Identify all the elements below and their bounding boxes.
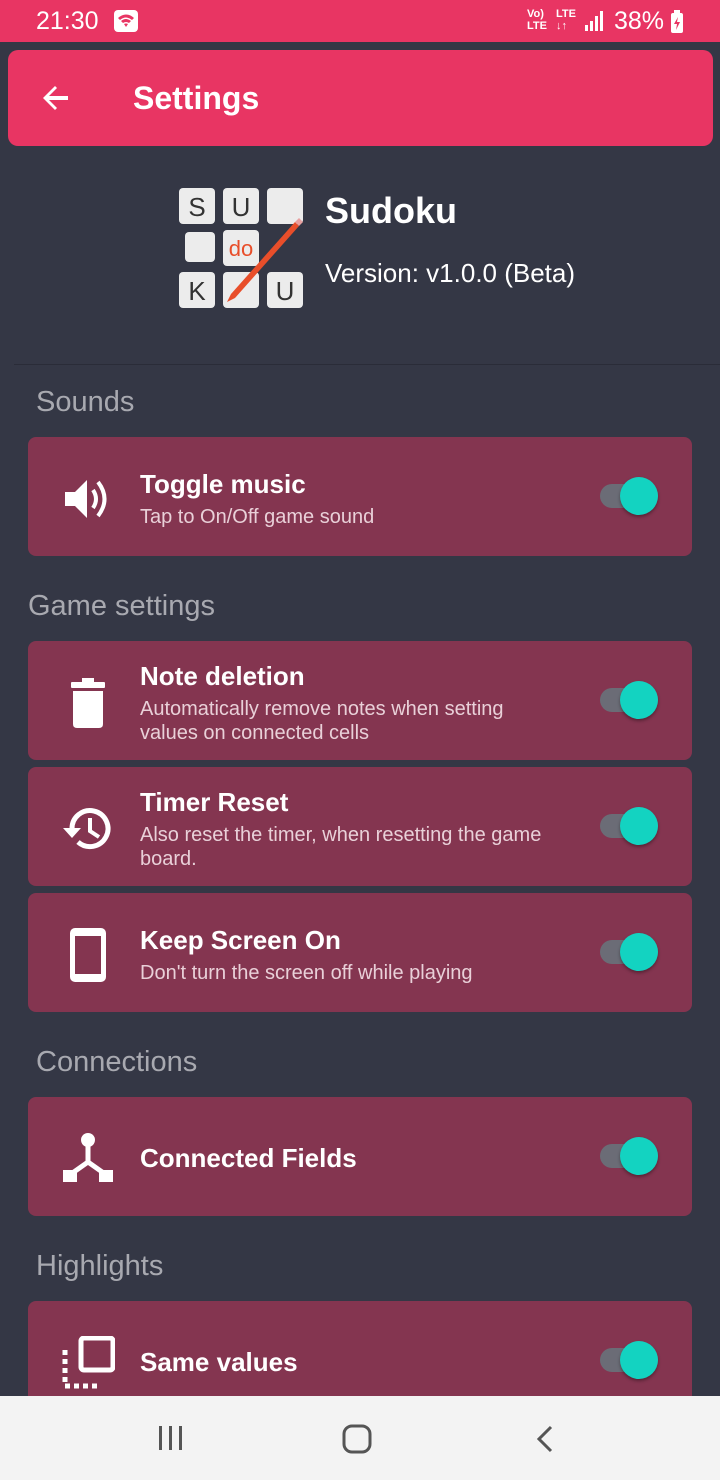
section-title-highlights: Highlights <box>36 1250 164 1282</box>
volte-indicator: Vo) LTE <box>527 8 547 32</box>
app-name: Sudoku <box>325 190 457 231</box>
lte-indicator: LTE ↓↑ <box>556 8 576 32</box>
keep-screen-on-switch[interactable] <box>600 933 658 971</box>
setting-timer-reset[interactable]: Timer Reset Also reset the timer, when r… <box>28 767 692 886</box>
select-icon <box>62 1336 115 1389</box>
logo-letter-s: S <box>188 192 205 222</box>
history-icon <box>63 808 111 850</box>
logo-letter-k: K <box>188 276 206 306</box>
section-title-game-settings: Game settings <box>28 590 215 622</box>
app-version: Version: v1.0.0 (Beta) <box>325 258 576 288</box>
volume-icon <box>65 480 107 518</box>
trash-icon <box>71 678 105 728</box>
logo-letter-do: do <box>229 236 253 261</box>
sudoku-logo: S U do K U <box>179 188 303 308</box>
setting-label: Toggle music <box>140 469 306 499</box>
section-title-connections: Connections <box>36 1046 198 1078</box>
status-bar: 21:30 Vo) LTE LTE ↓↑ 38% <box>0 0 720 42</box>
logo-letter-u: U <box>232 192 251 222</box>
status-time: 21:30 <box>36 7 99 35</box>
navigation-bar <box>0 1396 720 1480</box>
setting-label: Timer Reset <box>140 787 289 817</box>
wifi-icon <box>114 10 138 32</box>
signal-icon <box>585 11 603 31</box>
arrow-left-icon[interactable] <box>38 80 74 116</box>
setting-description: Also reset the timer, when resetting the… <box>140 824 542 870</box>
setting-label: Note deletion <box>140 661 305 691</box>
setting-note-deletion[interactable]: Note deletion Automatically remove notes… <box>28 641 692 760</box>
logo-letter-u2: U <box>276 276 295 306</box>
setting-keep-screen-on[interactable]: Keep Screen On Don't turn the screen off… <box>28 893 692 1012</box>
toggle-music-switch[interactable] <box>600 477 658 515</box>
timer-reset-switch[interactable] <box>600 807 658 845</box>
app-bar: Settings <box>8 50 713 146</box>
battery-icon <box>671 10 683 33</box>
back-icon[interactable] <box>534 1424 558 1454</box>
connected-fields-switch[interactable] <box>600 1137 658 1175</box>
setting-label: Keep Screen On <box>140 925 341 955</box>
page-title: Settings <box>133 80 260 116</box>
setting-description: Don't turn the screen off while playing <box>140 962 473 984</box>
setting-label: Connected Fields <box>140 1143 357 1173</box>
same-values-switch[interactable] <box>600 1341 658 1379</box>
setting-connected-fields[interactable]: Connected Fields <box>28 1097 692 1216</box>
connection-icon <box>63 1133 113 1182</box>
setting-toggle-music[interactable]: Toggle music Tap to On/Off game sound <box>28 437 692 556</box>
setting-label: Same values <box>140 1347 298 1377</box>
setting-description: Tap to On/Off game sound <box>140 506 375 528</box>
phone-icon <box>70 928 106 982</box>
home-icon[interactable] <box>342 1424 372 1454</box>
app-info: S U do K U Sudoku Version: v1.0.0 (Beta) <box>0 180 720 310</box>
divider <box>14 364 720 365</box>
setting-description: Automatically remove notes when setting … <box>140 698 504 744</box>
recents-icon[interactable] <box>156 1424 186 1452</box>
note-deletion-switch[interactable] <box>600 681 658 719</box>
battery-percent: 38% <box>614 7 665 35</box>
section-title-sounds: Sounds <box>36 386 135 418</box>
